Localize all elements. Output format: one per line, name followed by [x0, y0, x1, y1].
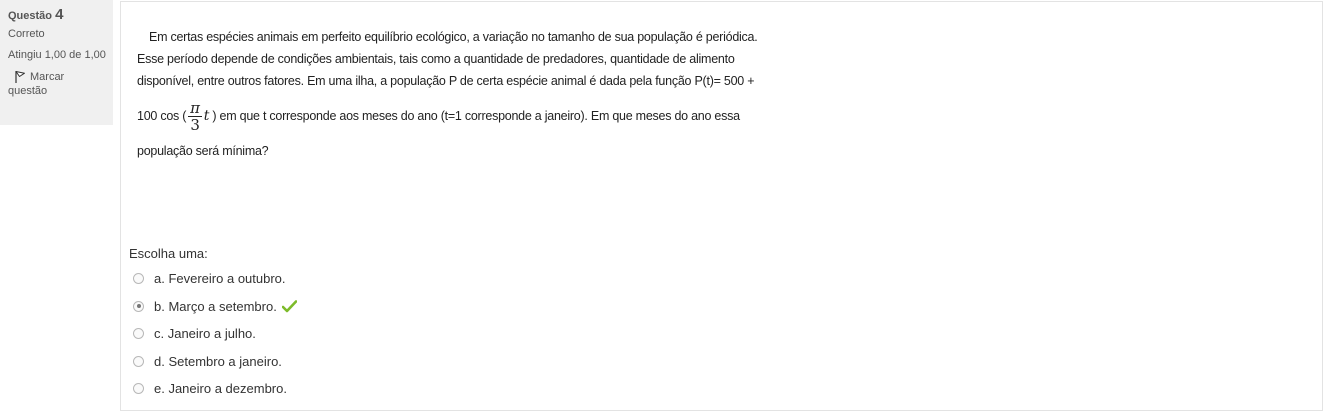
formula-suffix: ) em que t corresponde aos meses do ano … — [212, 109, 740, 123]
question-text-line-3: disponível, entre outros fatores. Em uma… — [137, 74, 755, 88]
radio-a[interactable] — [133, 273, 144, 285]
answer-label-b[interactable]: b. Março a setembro. — [154, 299, 277, 314]
question-text-line-1: Em certas espécies animais em perfeito e… — [149, 30, 758, 44]
question-number: Questão 4 — [8, 6, 113, 25]
answer-option-e[interactable]: e. Janeiro a dezembro. — [133, 375, 297, 403]
question-grade: Atingiu 1,00 de 1,00 — [8, 49, 106, 61]
radio-d[interactable] — [133, 355, 144, 367]
answer-label-c[interactable]: c. Janeiro a julho. — [154, 326, 256, 341]
radio-b[interactable] — [133, 300, 144, 312]
answer-option-c[interactable]: c. Janeiro a julho. — [133, 320, 297, 348]
fraction-denominator: 3 — [190, 116, 200, 135]
flag-label: Marcar — [30, 71, 65, 83]
pi-over-3-fraction: π3 — [188, 100, 202, 133]
fraction-numerator: π — [188, 99, 202, 118]
question-content: Em certas espécies animais em perfeito e… — [120, 1, 1323, 411]
answer-label-e[interactable]: e. Janeiro a dezembro. — [154, 381, 287, 396]
flag-icon — [15, 71, 25, 83]
answer-option-a[interactable]: a. Fevereiro a outubro. — [133, 265, 297, 293]
radio-c[interactable] — [133, 328, 144, 340]
flag-question-button[interactable]: Marcar questão — [8, 70, 113, 98]
answer-option-b[interactable]: b. Março a setembro. — [133, 293, 297, 321]
answer-option-d[interactable]: d. Setembro a janeiro. — [133, 348, 297, 376]
formula-variable: t — [203, 108, 210, 124]
question-label: Questão — [8, 10, 53, 22]
question-text: Em certas espécies animais em perfeito e… — [137, 26, 821, 162]
answer-label-d[interactable]: d. Setembro a janeiro. — [154, 354, 282, 369]
question-number-value: 4 — [55, 6, 64, 23]
flag-label-2: questão — [8, 85, 48, 97]
checkmark-icon — [281, 299, 297, 313]
radio-e[interactable] — [133, 383, 144, 395]
question-text-line-2: Esse período depende de condições ambien… — [137, 52, 735, 66]
answer-list: a. Fevereiro a outubro. b. Março a setem… — [133, 265, 297, 403]
question-info-panel: Questão 4 Correto Atingiu 1,00 de 1,00 M… — [0, 0, 113, 125]
answer-label-a[interactable]: a. Fevereiro a outubro. — [154, 271, 286, 286]
question-text-line-5: população será mínima? — [137, 144, 269, 158]
formula-prefix: 100 cos ( — [137, 109, 187, 123]
answer-prompt: Escolha uma: — [129, 246, 208, 261]
question-formula-line: 100 cos (π 3 t ) em que t corresponde aos … — [137, 92, 821, 140]
question-state: Correto — [8, 28, 45, 40]
